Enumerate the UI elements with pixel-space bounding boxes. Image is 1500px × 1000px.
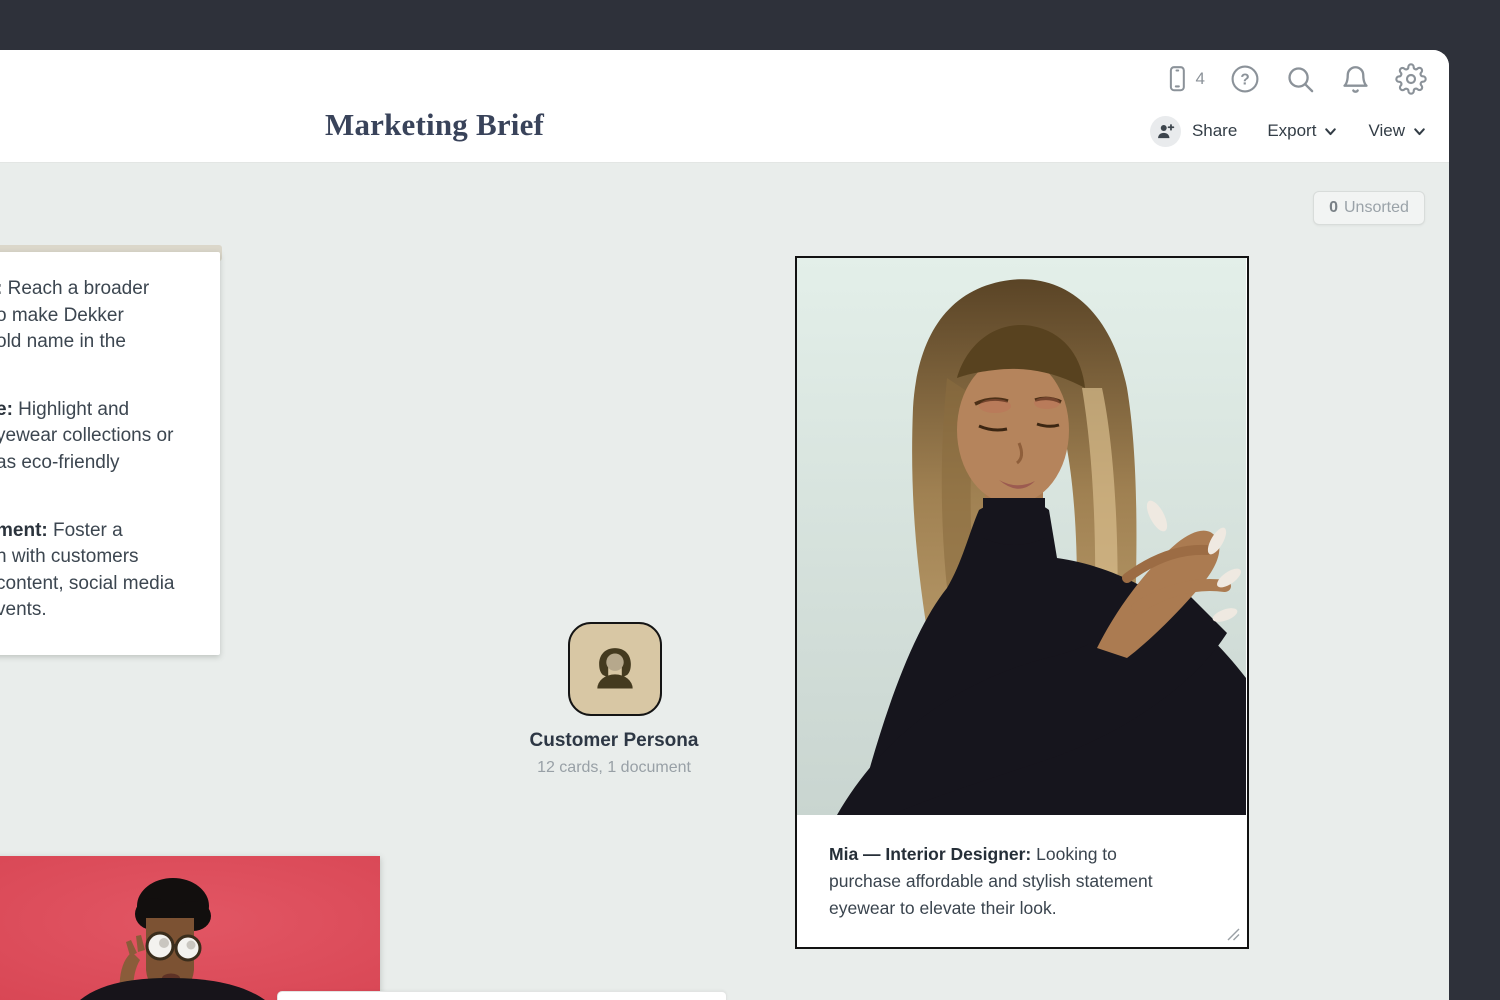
share-avatar[interactable] [1150, 116, 1181, 147]
search-button[interactable] [1285, 64, 1316, 95]
share-button[interactable]: Share [1192, 121, 1237, 141]
export-button[interactable]: Export [1267, 121, 1338, 141]
unsorted-badge[interactable]: 0 Unsorted [1313, 191, 1425, 225]
header-action-row: Share Export View [1150, 113, 1427, 149]
chevron-down-icon [1412, 124, 1427, 139]
mia-caption[interactable]: Mia — Interior Designer: Looking to purc… [797, 815, 1246, 946]
settings-button[interactable] [1395, 63, 1427, 95]
person-plus-icon [1155, 121, 1176, 142]
search-icon [1285, 64, 1316, 95]
mobile-device-button[interactable]: 4 [1163, 63, 1205, 95]
header-icon-row: 4 ? [1163, 61, 1427, 97]
view-button[interactable]: View [1368, 121, 1427, 141]
goals-card-text: : Reach a broader o make Dekker old name… [0, 276, 226, 624]
red-photo-card[interactable] [0, 856, 380, 1000]
device-count: 4 [1196, 69, 1205, 89]
mobile-device-icon [1163, 63, 1190, 95]
desktop-background: Marketing Brief 4 ? [0, 0, 1500, 1000]
page-title[interactable]: Marketing Brief [325, 107, 544, 143]
persona-board-title[interactable]: Customer Persona [494, 730, 734, 752]
customer-persona-board[interactable] [568, 622, 662, 716]
notifications-button[interactable] [1340, 64, 1371, 95]
chevron-down-icon [1323, 124, 1338, 139]
help-icon: ? [1229, 63, 1261, 95]
app-header: Marketing Brief 4 ? [0, 50, 1449, 163]
notifications-bell-icon [1340, 64, 1371, 95]
mia-photo [797, 258, 1246, 815]
woman-silhouette-icon [586, 640, 644, 698]
help-button[interactable]: ? [1229, 63, 1261, 95]
settings-gear-icon [1395, 63, 1427, 95]
red-photo [0, 856, 380, 1000]
goals-text-card[interactable]: : Reach a broader o make Dekker old name… [0, 252, 220, 655]
bottom-card-edge[interactable] [277, 991, 727, 1000]
mia-persona-card[interactable]: Mia — Interior Designer: Looking to purc… [795, 256, 1249, 949]
resize-handle-icon[interactable] [1227, 928, 1240, 941]
svg-text:?: ? [1240, 72, 1249, 89]
app-window: Marketing Brief 4 ? [0, 50, 1449, 1000]
persona-board-subtitle: 12 cards, 1 document [494, 759, 734, 777]
